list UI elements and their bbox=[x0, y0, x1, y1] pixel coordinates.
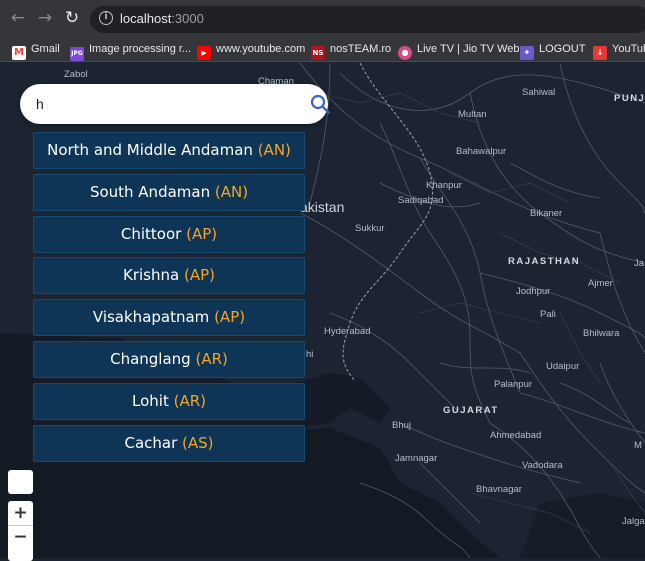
forward-icon[interactable]: → bbox=[35, 8, 55, 28]
download-icon: ↓ bbox=[593, 46, 607, 60]
place-zabol: Zabol bbox=[64, 69, 88, 80]
place-hyderabad: Hyderabad bbox=[324, 326, 371, 337]
jiotv-icon: ● bbox=[398, 46, 412, 60]
result-item[interactable]: Changlang (AR) bbox=[33, 340, 305, 378]
result-item[interactable]: North and Middle Andaman (AN) bbox=[33, 132, 305, 169]
bookmarks-bar: M Gmail JPG Image processing r... ▶ www.you… bbox=[0, 36, 645, 62]
search-input[interactable] bbox=[36, 94, 286, 114]
result-code: (AR) bbox=[195, 349, 228, 368]
url-port: :3000 bbox=[171, 11, 204, 26]
place-bhavnagar: Bhavnagar bbox=[476, 484, 522, 495]
reload-icon[interactable]: ↻ bbox=[62, 8, 82, 28]
result-name: Lohit bbox=[132, 391, 169, 410]
youtube-icon: ▶ bbox=[197, 46, 211, 60]
zoom-control: + − bbox=[8, 501, 33, 561]
url-text[interactable]: localhost:3000 bbox=[120, 11, 204, 26]
zoom-out-button[interactable]: − bbox=[8, 525, 33, 549]
place-vadodara: Vadodara bbox=[522, 460, 563, 471]
gmail-icon: M bbox=[12, 46, 26, 60]
bookmark-label: Image processing r... bbox=[89, 43, 192, 55]
place-sadiqabad: Sadiqabad bbox=[398, 195, 444, 206]
place-jodhpur: Jodhpur bbox=[516, 286, 551, 297]
site-info-icon[interactable]: i bbox=[99, 11, 113, 25]
result-name: Krishna bbox=[123, 266, 180, 285]
place-rajasthan: RAJASTHAN bbox=[508, 256, 581, 267]
place-sukkur: Sukkur bbox=[355, 223, 385, 234]
place-m: M bbox=[634, 440, 642, 451]
result-code: (AS) bbox=[182, 433, 214, 452]
place-bikaner: Bikaner bbox=[530, 208, 563, 219]
search-results-list: North and Middle Andaman (AN) South Anda… bbox=[33, 132, 305, 466]
place-ja: Ja bbox=[634, 258, 645, 269]
result-name: North and Middle Andaman bbox=[47, 141, 253, 159]
result-code: (AN) bbox=[214, 182, 249, 201]
result-code: (AR) bbox=[173, 391, 206, 410]
url-host: localhost bbox=[120, 11, 172, 26]
search-icon[interactable] bbox=[310, 94, 330, 114]
result-item[interactable]: Krishna (AP) bbox=[33, 257, 305, 295]
result-item[interactable]: Chittoor (AP) bbox=[33, 215, 305, 253]
place-khanpur: Khanpur bbox=[426, 180, 462, 191]
place-bahawalpur: Bahawalpur bbox=[456, 146, 507, 157]
result-name: Changlang bbox=[110, 349, 191, 368]
address-bar[interactable]: i localhost:3000 bbox=[90, 6, 645, 33]
place-punjab: PUNJA bbox=[614, 93, 645, 104]
result-name: Cachar bbox=[124, 433, 178, 452]
bookmark-label: nosTEAM.ro bbox=[330, 43, 392, 55]
place-gujarat: GUJARAT bbox=[443, 405, 499, 416]
place-multan: Multan bbox=[458, 109, 487, 120]
bookmark-logout[interactable]: ✦ LOGOUT bbox=[520, 40, 586, 60]
result-code: (AP) bbox=[183, 266, 215, 285]
logout-icon: ✦ bbox=[520, 46, 534, 60]
result-item[interactable]: Visakhapatnam (AP) bbox=[33, 299, 305, 337]
place-hi: hi bbox=[306, 349, 314, 360]
result-item[interactable]: South Andaman (AN) bbox=[33, 173, 305, 211]
bookmark-youtube[interactable]: ▶ www.youtube.com bbox=[197, 40, 306, 60]
place-pakistan: akistan bbox=[300, 199, 345, 215]
result-name: Visakhapatnam bbox=[92, 308, 210, 327]
back-icon[interactable]: ← bbox=[8, 8, 28, 28]
place-pali: Pali bbox=[540, 309, 556, 320]
bookmark-label: Gmail bbox=[31, 43, 60, 55]
place-sahiwal: Sahiwal bbox=[522, 87, 556, 98]
bookmark-label: YouTub bbox=[612, 43, 645, 55]
bookmark-youtube-2[interactable]: ↓ YouTub bbox=[593, 40, 645, 60]
bookmark-nosteam[interactable]: NS nosTEAM.ro bbox=[311, 40, 392, 60]
bookmark-label: www.youtube.com bbox=[216, 43, 306, 55]
map-control-button[interactable] bbox=[8, 470, 33, 494]
place-ahmedabad: Ahmedabad bbox=[490, 430, 542, 441]
bookmark-image-processing[interactable]: JPG Image processing r... bbox=[70, 40, 192, 61]
jpg-icon: JPG bbox=[70, 47, 84, 61]
bookmark-gmail[interactable]: M Gmail bbox=[12, 40, 60, 60]
place-jalga: Jalga bbox=[622, 516, 645, 527]
place-bhuj: Bhuj bbox=[392, 420, 412, 431]
result-item[interactable]: Lohit (AR) bbox=[33, 382, 305, 420]
zoom-in-button[interactable]: + bbox=[8, 501, 33, 525]
browser-toolbar: ← → ↻ i localhost:3000 bbox=[0, 0, 645, 36]
result-name: Chittoor bbox=[120, 224, 182, 243]
place-udaipur: Udaipur bbox=[546, 361, 580, 372]
place-jamnagar: Jamnagar bbox=[395, 453, 438, 464]
place-ajmer: Ajmer bbox=[588, 278, 613, 289]
result-code: (AP) bbox=[186, 224, 218, 243]
nosteam-icon: NS bbox=[311, 46, 325, 60]
place-bhilwara: Bhilwara bbox=[583, 328, 620, 339]
bookmark-label: LOGOUT bbox=[539, 43, 586, 55]
place-palanpur: Palanpur bbox=[494, 379, 533, 390]
bookmark-label: Live TV | Jio TV Web bbox=[417, 43, 520, 55]
result-item[interactable]: Cachar (AS) bbox=[33, 424, 305, 462]
search-box[interactable] bbox=[20, 84, 330, 124]
result-name: South Andaman bbox=[89, 182, 211, 201]
result-code: (AP) bbox=[214, 308, 246, 327]
bookmark-jiotv[interactable]: ● Live TV | Jio TV Web bbox=[398, 40, 520, 60]
result-code: (AN) bbox=[257, 141, 291, 159]
